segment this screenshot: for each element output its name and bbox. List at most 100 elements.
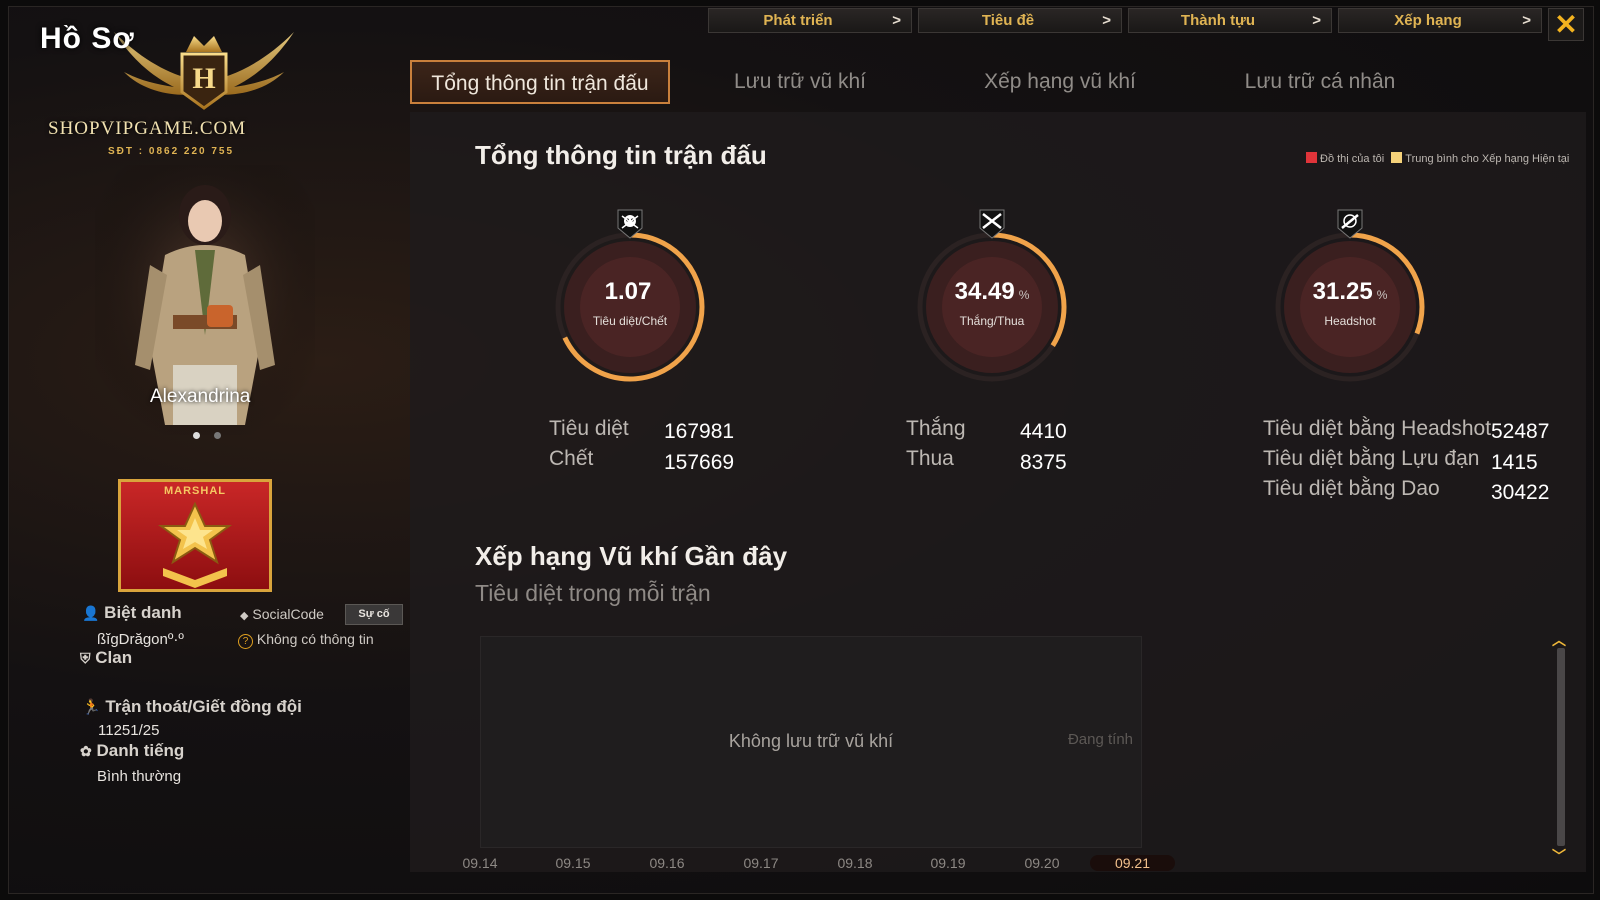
headshot-kills-label: Tiêu diệt bằng Headshot bbox=[1263, 417, 1492, 440]
tab-weapon-storage[interactable]: Lưu trữ vũ khí bbox=[690, 60, 910, 104]
carousel-dot[interactable] bbox=[214, 432, 221, 439]
headshot-caption: Headshot bbox=[1324, 314, 1376, 328]
gauge-inner bbox=[1300, 257, 1400, 357]
headshot-ring bbox=[1275, 232, 1425, 382]
date-tick[interactable]: 09.17 bbox=[731, 855, 791, 871]
chevron-right-icon: > bbox=[1312, 12, 1321, 29]
scroll-down-icon[interactable]: ﹀ bbox=[1552, 846, 1566, 866]
clan-icon: ⛨ bbox=[80, 650, 91, 666]
report-incident-button[interactable]: Sự cố bbox=[345, 604, 403, 625]
date-tick[interactable]: 09.15 bbox=[543, 855, 603, 871]
shop-phone: SĐT : 0862 220 755 bbox=[108, 146, 235, 157]
scrollbar-thumb[interactable] bbox=[1557, 648, 1565, 846]
headshot-value: 31.25% bbox=[1265, 278, 1435, 306]
skull-crossbones-icon bbox=[616, 208, 644, 245]
crosshair-gun-icon bbox=[1336, 208, 1364, 245]
chevron-right-icon: > bbox=[892, 12, 901, 29]
tab-achievements-label: Thành tựu bbox=[1180, 12, 1256, 29]
scroll-up-icon[interactable]: ︿ bbox=[1552, 630, 1566, 650]
gauge-inner bbox=[942, 257, 1042, 357]
running-figure-icon: 🏃 bbox=[82, 699, 101, 716]
tab-personal-storage[interactable]: Lưu trữ cá nhân bbox=[1200, 60, 1440, 104]
legend-mine-swatch bbox=[1306, 152, 1317, 163]
deaths-value: 157669 bbox=[664, 451, 735, 474]
weapon-ranking-subtitle: Tiêu diệt trong mỗi trận bbox=[475, 580, 711, 606]
nickname-value: ßĭgDrăgonº·º bbox=[97, 631, 184, 648]
socialcode-label-text: SocialCode bbox=[252, 606, 324, 622]
shop-site-name: SHOPVIPGAME.COM bbox=[48, 118, 247, 139]
tab-titles-label: Tiêu đề bbox=[981, 12, 1035, 29]
knife-kills-label: Tiêu diệt bằng Dao bbox=[1263, 477, 1440, 500]
legend-avg-label: Trung bình cho Xếp hạng Hiện tại bbox=[1405, 153, 1570, 165]
escape-teamkill-value: 11251/25 bbox=[98, 722, 160, 739]
date-tick[interactable]: 09.16 bbox=[637, 855, 697, 871]
tab-titles[interactable]: Tiêu đề > bbox=[918, 8, 1122, 33]
rank-star-icon bbox=[157, 501, 233, 588]
tab-development[interactable]: Phát triển > bbox=[708, 8, 912, 33]
date-tick[interactable]: 09.14 bbox=[450, 855, 510, 871]
no-weapon-message: Không lưu trữ vũ khí bbox=[728, 731, 894, 751]
tab-ranking-label: Xếp hạng bbox=[1394, 12, 1462, 29]
date-tick[interactable]: 09.19 bbox=[918, 855, 978, 871]
headshot-kills-value: 52487 bbox=[1491, 420, 1550, 443]
legend-avg-swatch bbox=[1391, 152, 1403, 163]
legend-mine-label: Đồ thị của tôi bbox=[1320, 153, 1385, 165]
profile-sidebar: H Hồ Sơ SHOPVIPGAME.COM SĐT : 0862 220 7… bbox=[0, 0, 410, 900]
win-rate-ring bbox=[917, 232, 1067, 382]
knife-kills-value: 30422 bbox=[1491, 481, 1550, 504]
tab-development-label: Phát triển bbox=[763, 12, 833, 29]
deaths-label: Chết bbox=[549, 447, 594, 470]
headshot-gauge: 31.25% Headshot bbox=[1265, 209, 1435, 392]
rank-badge: MARSHAL bbox=[118, 479, 272, 592]
calculating-status: Đang tính bbox=[1067, 731, 1133, 748]
reputation-value: Bình thường bbox=[97, 768, 182, 785]
date-tick-active[interactable]: 09.21 bbox=[1090, 855, 1175, 871]
escape-label-text: Trận thoát/Giết đồng đội bbox=[105, 697, 302, 716]
wins-label: Thắng bbox=[906, 417, 966, 440]
kd-ratio-caption: Tiêu diệt/Chết bbox=[592, 314, 668, 328]
win-rate-caption: Thắng/Thua bbox=[959, 314, 1025, 328]
crossed-guns-icon bbox=[978, 208, 1006, 245]
losses-label: Thua bbox=[906, 447, 954, 470]
shop-logo: H Hồ Sơ SHOPVIPGAME.COM SĐT : 0862 220 7… bbox=[36, 14, 306, 164]
escape-teamkill-label: 🏃 Trận thoát/Giết đồng đội bbox=[82, 697, 302, 717]
headshot-unit: % bbox=[1376, 288, 1388, 302]
clan-label: ⛨ Clan bbox=[80, 648, 132, 668]
carousel-dot[interactable] bbox=[193, 432, 200, 439]
grenade-kills-value: 1415 bbox=[1491, 451, 1538, 474]
grenade-kills-label: Tiêu diệt bằng Lựu đạn bbox=[1263, 447, 1480, 470]
social-tag-icon: ◆ bbox=[240, 610, 249, 622]
kills-label: Tiêu diệt bbox=[549, 417, 629, 440]
kd-ratio-gauge: 1.07 Tiêu diệt/Chết bbox=[545, 209, 715, 392]
chevron-right-icon: > bbox=[1522, 12, 1531, 29]
chart-legend: Đồ thị của tôi Trung bình cho Xếp hạng H… bbox=[1306, 152, 1576, 165]
headshot-number: 31.25 bbox=[1312, 278, 1373, 305]
gauge-inner bbox=[580, 257, 680, 357]
kd-ratio-value: 1.07 bbox=[545, 278, 715, 306]
reputation-label-text: Danh tiếng bbox=[96, 741, 185, 760]
flower-icon: ✿ bbox=[80, 743, 92, 759]
tab-ranking[interactable]: Xếp hạng > bbox=[1338, 8, 1542, 33]
win-rate-number: 34.49 bbox=[954, 278, 1015, 305]
win-rate-gauge: 34.49% Thắng/Thua bbox=[907, 209, 1077, 392]
losses-value: 8375 bbox=[1020, 451, 1067, 474]
user-icon: 👤 bbox=[82, 605, 100, 621]
weapon-ranking-title: Xếp hạng Vũ khí Gần đây bbox=[475, 541, 788, 571]
tab-match-summary[interactable]: Tổng thông tin trận đấu bbox=[410, 60, 670, 104]
profile-title: Hồ Sơ bbox=[40, 22, 135, 55]
tab-weapon-ranking[interactable]: Xếp hạng vũ khí bbox=[940, 60, 1180, 104]
kills-value: 167981 bbox=[664, 420, 735, 443]
win-rate-value: 34.49% bbox=[907, 278, 1077, 306]
vertical-scrollbar[interactable]: ︿ ﹀ bbox=[1552, 632, 1566, 864]
tab-achievements[interactable]: Thành tựu > bbox=[1128, 8, 1332, 33]
close-button[interactable]: ✕ bbox=[1548, 8, 1584, 41]
no-info-label: Không có thông tin bbox=[256, 631, 374, 647]
date-tick[interactable]: 09.18 bbox=[825, 855, 885, 871]
nickname-label-text: Biệt danh bbox=[104, 603, 182, 622]
win-rate-unit: % bbox=[1018, 288, 1030, 302]
summary-title: Tổng thông tin trận đấu bbox=[475, 140, 767, 170]
reputation-label: ✿ Danh tiếng bbox=[80, 741, 184, 761]
date-tick[interactable]: 09.20 bbox=[1012, 855, 1072, 871]
clan-label-text: Clan bbox=[95, 648, 133, 667]
character-carousel-dots[interactable] bbox=[186, 426, 228, 444]
